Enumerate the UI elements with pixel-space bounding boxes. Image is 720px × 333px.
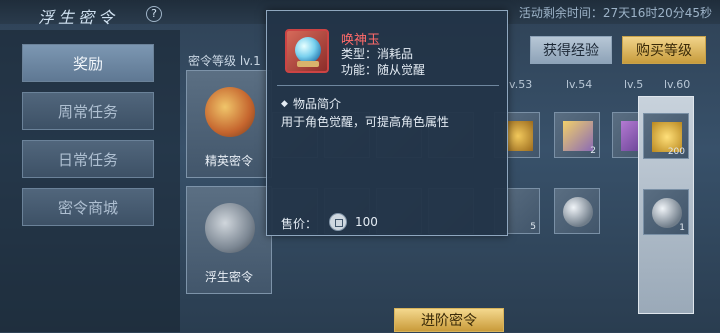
item-function: 功能：随从觉醒 <box>341 63 426 77</box>
reward-slot[interactable] <box>554 188 600 234</box>
elite-pass-label: 精英密令 <box>204 154 253 168</box>
item-type: 类型：消耗品 <box>341 47 414 61</box>
level-label: lv.60 <box>664 78 691 91</box>
price-label: 售价： <box>281 217 318 231</box>
page-title: 浮生密令 <box>38 8 119 27</box>
event-countdown: 活动剩余时间：27天16时20分45秒 <box>518 6 712 20</box>
help-icon[interactable]: ? <box>146 6 162 22</box>
slot-quantity: 5 <box>530 222 536 232</box>
level-label: lv.5 <box>624 78 644 91</box>
orb-icon <box>563 197 593 227</box>
get-exp-button[interactable]: 获得经验 <box>530 36 612 64</box>
item-icon <box>285 29 329 73</box>
level-header-label: 密令等级 <box>188 54 237 68</box>
lv60-reward-column: 200 1 <box>638 96 694 314</box>
slot-quantity: 200 <box>667 147 685 157</box>
item-description: 用于角色觉醒，可提高角色属性 <box>281 115 450 129</box>
elite-emblem-icon <box>205 87 255 137</box>
level-header: 密令等级 lv.1 <box>188 52 261 69</box>
fusheng-pass-card: 浮生密令 <box>186 186 272 294</box>
left-nav-panel: 奖励 周常任务 日常任务 密令商城 <box>0 30 180 332</box>
coin-icon <box>329 213 347 231</box>
slot-quantity: 1 <box>679 223 685 233</box>
level-header-value: lv.1 <box>239 54 261 68</box>
nav-rewards[interactable]: 奖励 <box>22 44 154 82</box>
item-tooltip: 唤神玉 类型：消耗品 功能：随从觉醒 ◆ 物品简介 用于角色觉醒，可提高角色属性… <box>266 10 508 236</box>
slot-quantity: 2 <box>590 146 596 156</box>
buy-level-button[interactable]: 购买等级 <box>622 36 706 64</box>
reward-slot[interactable]: 1 <box>643 189 689 235</box>
level-label: lv.53 <box>506 78 533 91</box>
nav-pass-shop[interactable]: 密令商城 <box>22 188 154 226</box>
elite-pass-card: 精英密令 <box>186 70 272 178</box>
orb-icon <box>652 198 682 228</box>
fusheng-pass-label: 浮生密令 <box>204 270 253 284</box>
item-section-title: 物品简介 <box>293 97 342 111</box>
scroll-icon <box>563 121 593 151</box>
price-value: 100 <box>355 215 378 229</box>
advance-pass-button[interactable]: 进阶密令 <box>394 308 504 332</box>
orb-stand-icon <box>297 61 319 67</box>
reward-slot[interactable]: 2 <box>554 112 600 158</box>
crystal-orb-icon <box>295 37 321 63</box>
nav-weekly-tasks[interactable]: 周常任务 <box>22 92 154 130</box>
level-label: lv.54 <box>566 78 593 91</box>
reward-slot[interactable]: 200 <box>643 113 689 159</box>
divider <box>277 85 499 86</box>
diamond-icon: ◆ <box>281 99 288 109</box>
nav-daily-tasks[interactable]: 日常任务 <box>22 140 154 178</box>
fusheng-emblem-icon <box>205 203 255 253</box>
